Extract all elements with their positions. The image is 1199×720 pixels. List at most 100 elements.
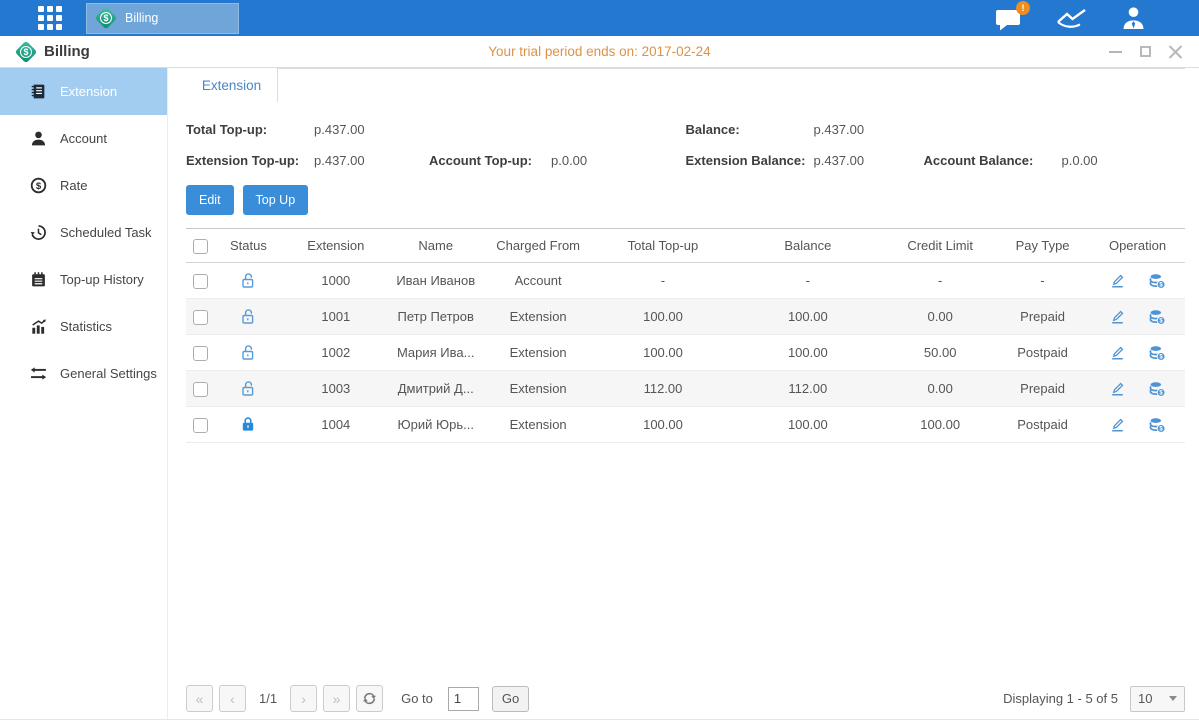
top-up-row-icon[interactable]: $ [1148,273,1166,289]
charged-from-cell: Extension [481,371,596,407]
edit-row-icon[interactable] [1109,416,1126,433]
balance-label: Balance: [686,122,814,137]
unlocked-icon [240,380,256,397]
header-credit-limit: Credit Limit [885,229,995,263]
sidebar-item-scheduled-task[interactable]: Scheduled Task [0,209,167,256]
top-up-row-icon[interactable]: $ [1148,417,1166,433]
header-charged-from: Charged From [481,229,596,263]
refresh-icon [362,691,377,706]
account-balance-label: Account Balance: [924,153,1062,168]
table-row[interactable]: 1004 Юрий Юрь... Extension 100.00 100.00… [186,407,1185,443]
user-account-icon[interactable] [1120,5,1147,31]
first-page-button[interactable]: « [186,685,213,712]
maximize-icon[interactable] [1138,44,1153,59]
sidebar-item-label: Account [60,131,107,146]
top-up-row-icon[interactable]: $ [1148,381,1166,397]
page-size-select[interactable]: 10 [1130,686,1185,712]
pay-type-cell: Prepaid [995,299,1090,335]
window-content: Extension Account $ Rate Scheduled Task [0,68,1199,720]
unlocked-icon [240,344,256,361]
edit-row-icon[interactable] [1109,308,1126,325]
name-cell: Иван Иванов [391,263,481,299]
rate-icon: $ [30,177,47,194]
balance-cell: 112.00 [730,371,885,407]
previous-page-button[interactable]: ‹ [219,685,246,712]
sidebar-item-extension[interactable]: Extension [0,68,167,115]
sidebar-item-rate[interactable]: $ Rate [0,162,167,209]
next-page-button[interactable]: › [290,685,317,712]
total-topup-value: p.437.00 [314,122,429,137]
close-icon[interactable] [1168,44,1183,59]
pagination-controls: « ‹ 1/1 › » Go to Go [186,685,529,712]
account-topup-value: p.0.00 [551,153,587,168]
name-cell: Петр Петров [391,299,481,335]
sidebar-item-label: Scheduled Task [60,225,152,240]
sidebar-item-label: Statistics [60,319,112,334]
extension-cell: 1001 [281,299,391,335]
extension-balance-label: Extension Balance: [686,153,814,168]
total-topup-cell: 112.00 [596,371,731,407]
row-checkbox[interactable] [193,310,208,325]
dollar-glyph: $ [100,12,112,24]
table-row[interactable]: 1000 Иван Иванов Account - - - - $ [186,263,1185,299]
edit-row-icon[interactable] [1109,344,1126,361]
header-name: Name [391,229,481,263]
scheduled-task-icon [30,224,47,241]
extension-topup-value: p.437.00 [314,153,429,168]
extension-cell: 1000 [281,263,391,299]
edit-row-icon[interactable] [1109,380,1126,397]
minimize-icon[interactable] [1108,44,1123,59]
svg-text:$: $ [36,181,42,192]
pay-type-cell: Prepaid [995,371,1090,407]
app-launcher-icon[interactable] [38,6,62,30]
extension-cell: 1004 [281,407,391,443]
extension-topup-label: Extension Top-up: [186,153,314,168]
refresh-button[interactable] [356,685,383,712]
header-total-topup: Total Top-up [596,229,731,263]
sidebar-item-topup-history[interactable]: Top-up History [0,256,167,303]
page-indicator: 1/1 [259,691,277,706]
billing-app-icon: $ [96,8,116,28]
edit-button[interactable]: Edit [186,185,234,215]
statistics-chart-icon[interactable] [1055,7,1088,30]
table-header-row: Status Extension Name Charged From Total… [186,229,1185,263]
sidebar-item-account[interactable]: Account [0,115,167,162]
table-row[interactable]: 1001 Петр Петров Extension 100.00 100.00… [186,299,1185,335]
credit-limit-cell: 0.00 [885,299,995,335]
sidebar-item-statistics[interactable]: Statistics [0,303,167,350]
row-checkbox[interactable] [193,274,208,289]
select-all-checkbox[interactable] [193,239,208,254]
window-controls [1108,44,1183,59]
sidebar-item-general-settings[interactable]: General Settings [0,350,167,397]
general-settings-icon [30,365,47,382]
extension-cell: 1003 [281,371,391,407]
account-balance-value: p.0.00 [1062,153,1098,168]
top-up-row-icon[interactable]: $ [1148,345,1166,361]
status-cell [216,407,281,443]
header-status: Status [216,229,281,263]
statistics-icon [30,318,47,335]
top-up-row-icon[interactable]: $ [1148,309,1166,325]
table-row[interactable]: 1003 Дмитрий Д... Extension 112.00 112.0… [186,371,1185,407]
row-checkbox[interactable] [193,346,208,361]
summary-right-column: Balance: p.437.00 Extension Balance: p.4… [686,114,1186,176]
system-topbar: $ Billing ! [0,0,1199,36]
sidebar-item-label: Top-up History [60,272,144,287]
taskbar-item-billing[interactable]: $ Billing [86,3,239,34]
account-icon [30,130,47,147]
row-checkbox[interactable] [193,418,208,433]
row-checkbox[interactable] [193,382,208,397]
edit-row-icon[interactable] [1109,272,1126,289]
go-button[interactable]: Go [492,686,529,712]
last-page-button[interactable]: » [323,685,350,712]
goto-label: Go to [401,691,433,706]
extension-icon [30,83,47,100]
pay-type-cell: - [995,263,1090,299]
top-up-button[interactable]: Top Up [243,185,309,215]
charged-from-cell: Extension [481,407,596,443]
table-row[interactable]: 1002 Мария Ива... Extension 100.00 100.0… [186,335,1185,371]
sidebar-item-label: General Settings [60,366,157,381]
goto-page-input[interactable] [448,687,479,711]
messages-icon[interactable]: ! [994,6,1023,31]
tab-extension[interactable]: Extension [186,68,278,102]
